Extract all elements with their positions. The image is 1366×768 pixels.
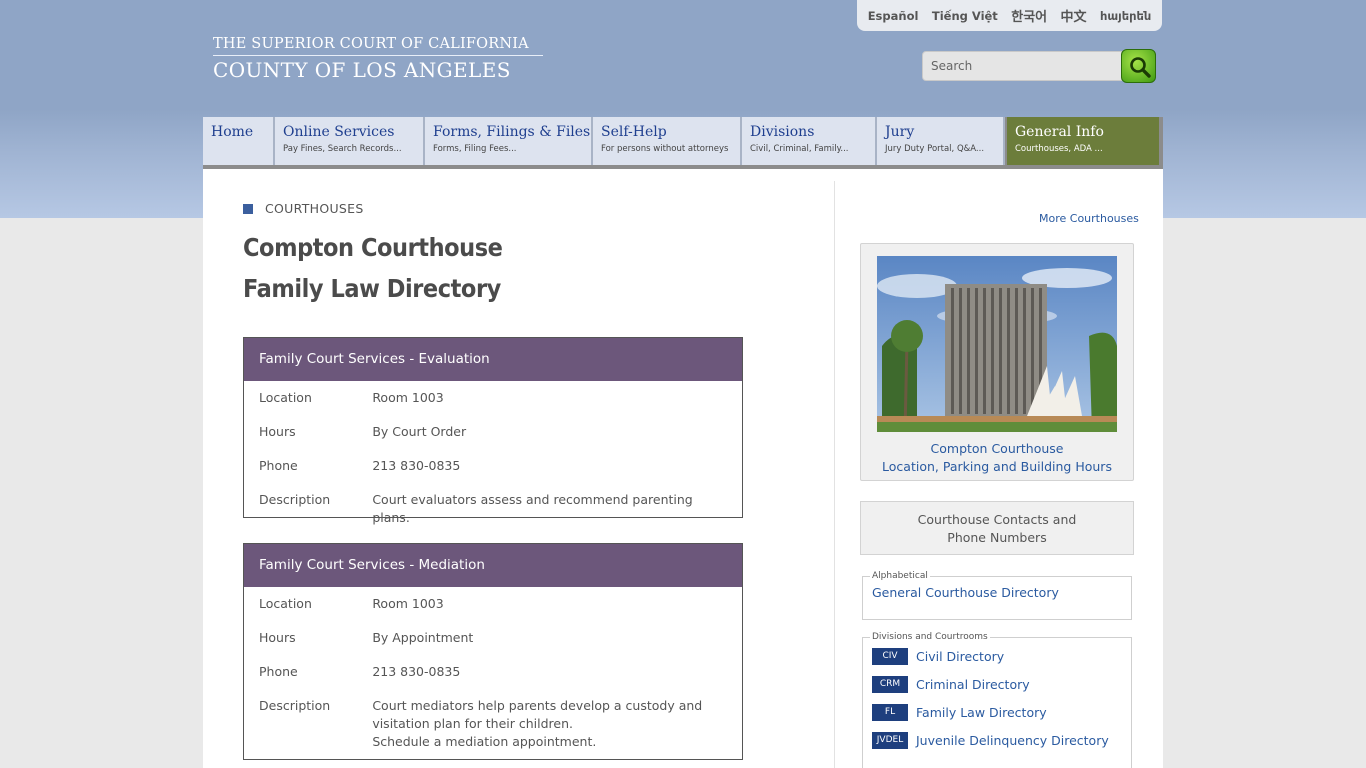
nav-divisions[interactable]: Divisions Civil, Criminal, Family... [742, 117, 877, 165]
magnifier-icon [1130, 57, 1151, 78]
column-divider [834, 181, 835, 768]
content-panel: COURTHOUSES Compton Courthouse Family La… [203, 169, 1163, 768]
divisions-group: Divisions and Courtrooms CIV Civil Direc… [862, 632, 1132, 768]
search-input[interactable] [922, 51, 1122, 81]
courthouse-building-image [877, 256, 1117, 432]
nav-forms-title: Forms, Filings & Files [433, 124, 591, 140]
card-value: Room 1003 [372, 596, 444, 611]
card-value: Room 1003 [372, 390, 444, 405]
directory-item-criminal[interactable]: CRM Criminal Directory [872, 670, 1122, 698]
directory-badge: FL [872, 703, 908, 721]
card-label: Description [259, 698, 331, 713]
directory-badge: JVDEL [872, 731, 908, 749]
card-label: Hours [259, 630, 296, 645]
description-text: Court mediators help parents develop a c… [372, 698, 703, 731]
card-label: Location [259, 390, 312, 405]
card-row-hours: Hours By Appointment [244, 629, 742, 647]
nav-forms-sub: Forms, Filing Fees... [433, 144, 517, 154]
courthouse-photo[interactable] [877, 256, 1117, 432]
card-label: Description [259, 492, 331, 507]
page-title-line-1: Compton Courthouse [243, 233, 503, 262]
directory-badge: CRM [872, 675, 908, 693]
card-row-location: Location Room 1003 [244, 389, 742, 407]
card-heading: Family Court Services - Evaluation [244, 338, 742, 381]
logo-line-2: COUNTY OF LOS ANGELES [213, 58, 511, 82]
courthouse-photo-caption[interactable]: Compton Courthouse Location, Parking and… [861, 440, 1133, 476]
directory-card-evaluation: Family Court Services - Evaluation Locat… [243, 337, 743, 525]
card-value: Court evaluators assess and recommend pa… [372, 492, 693, 525]
nav-forms[interactable]: Forms, Filings & Files Forms, Filing Fee… [425, 117, 593, 165]
directory-link[interactable]: Family Law Directory [916, 705, 1047, 720]
caption-line-2: Location, Parking and Building Hours [882, 459, 1112, 474]
lang-vietnamese[interactable]: Tiếng Việt [932, 9, 998, 23]
card-row-phone: Phone 213 830-0835 [244, 663, 742, 681]
nav-general-info-sub: Courthouses, ADA ... [1015, 144, 1103, 154]
lang-armenian[interactable]: հայերեն [1100, 9, 1151, 23]
nav-general-info[interactable]: General Info Courthouses, ADA ... [1007, 117, 1159, 165]
courthouse-contacts-button[interactable]: Courthouse Contacts and Phone Numbers [860, 501, 1134, 555]
nav-self-help[interactable]: Self-Help For persons without attorneys [593, 117, 742, 165]
schedule-mediation-link[interactable]: Schedule a mediation appointment. [372, 733, 727, 751]
page-title: Compton Courthouse Family Law Directory [243, 227, 621, 309]
card-value: Court mediators help parents develop a c… [372, 697, 727, 751]
lang-spanish[interactable]: Español [868, 9, 919, 23]
card-value: 213 830-0835 [372, 458, 461, 473]
court-logo[interactable]: THE SUPERIOR COURT OF CALIFORNIA COUNTY … [213, 36, 543, 82]
card-label: Phone [259, 664, 298, 679]
card-label: Location [259, 596, 312, 611]
nav-online-services[interactable]: Online Services Pay Fines, Search Record… [275, 117, 425, 165]
lang-korean[interactable]: 한국어 [1011, 6, 1047, 25]
nav-divisions-title: Divisions [750, 124, 815, 140]
general-courthouse-directory-link[interactable]: General Courthouse Directory [872, 585, 1122, 600]
contacts-line-1: Courthouse Contacts and [917, 512, 1077, 527]
search-button[interactable] [1121, 49, 1156, 83]
nav-jury[interactable]: Jury Jury Duty Portal, Q&A... [877, 117, 1005, 165]
nav-home-title: Home [211, 124, 254, 140]
card-heading: Family Court Services - Mediation [244, 544, 742, 587]
main-nav: Home Online Services Pay Fines, Search R… [203, 117, 1163, 169]
card-label: Phone [259, 458, 298, 473]
more-courthouses-link[interactable]: More Courthouses [1039, 212, 1139, 225]
nav-self-help-sub: For persons without attorneys [601, 144, 729, 154]
card-row-phone: Phone 213 830-0835 [244, 457, 742, 475]
directory-link[interactable]: Juvenile Delinquency Directory [916, 733, 1109, 748]
caption-line-1: Compton Courthouse [930, 441, 1064, 456]
nav-home[interactable]: Home [203, 117, 275, 165]
nav-general-info-title: General Info [1015, 124, 1104, 140]
card-value: 213 830-0835 [372, 664, 461, 679]
nav-divisions-sub: Civil, Criminal, Family... [750, 144, 849, 154]
contacts-line-2: Phone Numbers [947, 530, 1047, 545]
card-value: By Appointment [372, 630, 474, 645]
nav-online-services-title: Online Services [283, 124, 395, 140]
courthouse-photo-box[interactable]: Compton Courthouse Location, Parking and… [860, 243, 1134, 481]
directory-item-juvenile[interactable]: JVDEL Juvenile Delinquency Directory [872, 726, 1122, 754]
nav-jury-sub: Jury Duty Portal, Q&A... [885, 144, 985, 154]
directory-card-mediation: Family Court Services - Mediation Locati… [243, 543, 743, 760]
card-row-description: Description Court mediators help parents… [244, 697, 742, 751]
nav-jury-title: Jury [885, 124, 915, 140]
directory-item-civil[interactable]: CIV Civil Directory [872, 642, 1122, 670]
directory-item-family-law[interactable]: FL Family Law Directory [872, 698, 1122, 726]
lang-chinese[interactable]: 中文 [1061, 6, 1087, 25]
square-bullet-icon [243, 203, 253, 214]
directory-link[interactable]: Criminal Directory [916, 677, 1030, 692]
card-row-description: Description Court evaluators assess and … [244, 491, 742, 527]
page-title-line-2: Family Law Directory [243, 274, 501, 303]
alphabetical-group: Alphabetical General Courthouse Director… [862, 571, 1132, 620]
card-label: Hours [259, 424, 296, 439]
nav-self-help-title: Self-Help [601, 124, 667, 140]
directory-link[interactable]: Civil Directory [916, 649, 1004, 664]
logo-line-1: THE SUPERIOR COURT OF CALIFORNIA [213, 36, 543, 56]
alphabetical-legend: Alphabetical [872, 571, 928, 581]
breadcrumb: COURTHOUSES [243, 201, 364, 216]
breadcrumb-label: COURTHOUSES [265, 201, 364, 216]
divisions-legend: Divisions and Courtrooms [872, 632, 988, 642]
directory-badge: CIV [872, 647, 908, 665]
card-row-hours: Hours By Court Order [244, 423, 742, 441]
language-bar: Español Tiếng Việt 한국어 中文 հայերեն [857, 0, 1162, 31]
card-row-location: Location Room 1003 [244, 595, 742, 613]
card-value: By Court Order [372, 424, 467, 439]
nav-online-services-sub: Pay Fines, Search Records... [283, 144, 402, 154]
